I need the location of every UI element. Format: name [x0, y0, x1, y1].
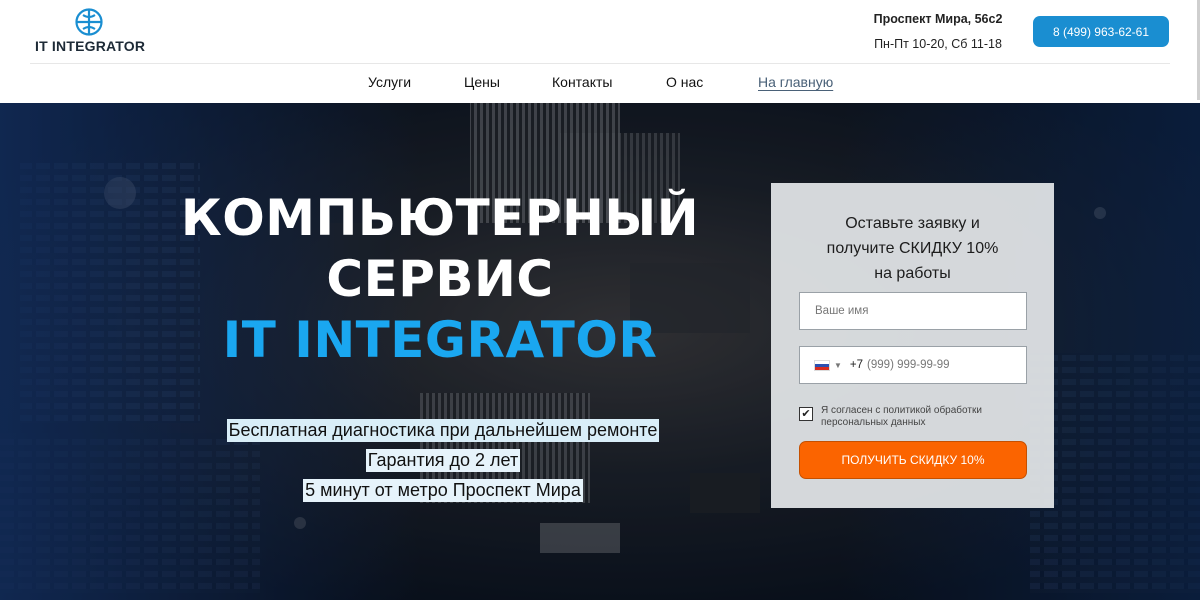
header-divider: [30, 63, 1170, 64]
phone-button[interactable]: 8 (499) 963-62-61: [1033, 16, 1169, 47]
form-title-line-1: Оставьте заявку и: [845, 215, 980, 232]
get-discount-button[interactable]: ПОЛУЧИТЬ СКИДКУ 10%: [799, 441, 1027, 479]
name-input[interactable]: Ваше имя: [799, 292, 1027, 330]
globe-logo-icon: [75, 8, 103, 36]
agree-checkbox[interactable]: ✔: [799, 407, 813, 421]
main-nav: Услуги Цены Контакты О нас На главную: [0, 74, 1200, 94]
check-icon: ✔: [801, 408, 811, 420]
nav-item-prices[interactable]: Цены: [464, 74, 500, 90]
form-title-line-2: получите СКИДКУ 10%: [826, 240, 999, 257]
feature-item: Гарантия до 2 лет: [0, 449, 886, 472]
hero-section: КОМПЬЮТЕРНЫЙ СЕРВИС IT INTEGRATOR Беспла…: [0, 103, 1200, 600]
working-hours: Пн-Пт 10-20, Сб 11-18: [874, 37, 1002, 51]
name-placeholder: Ваше имя: [815, 305, 869, 317]
hero-title-line-1: КОМПЬЮТЕРНЫЙ: [180, 189, 700, 247]
discount-form: Оставьте заявку и получите СКИДКУ 10% на…: [771, 183, 1054, 508]
nav-item-contacts[interactable]: Контакты: [552, 74, 612, 90]
russia-flag-icon[interactable]: [814, 359, 830, 371]
nav-item-about[interactable]: О нас: [666, 74, 703, 90]
site-header: IT INTEGRATOR Проспект Мира, 56с2 Пн-Пт …: [0, 0, 1200, 103]
logo-text: IT INTEGRATOR: [35, 38, 146, 54]
address: Проспект Мира, 56с2: [873, 12, 1003, 26]
hero-title: КОМПЬЮТЕРНЫЙ СЕРВИС IT INTEGRATOR: [160, 188, 720, 371]
phone-country-code: +7: [849, 359, 864, 371]
agree-text: Я согласен с политикой обработки персона…: [821, 405, 982, 428]
feature-text-warranty: Гарантия до 2 лет: [365, 449, 521, 472]
hero-title-line-3: IT INTEGRATOR: [222, 311, 658, 369]
feature-text-metro: 5 минут от метро Проспект Мира: [303, 479, 583, 502]
phone-input[interactable]: ▼ +7 (999) 999-99-99: [799, 346, 1027, 384]
feature-item: 5 минут от метро Проспект Мира: [0, 479, 886, 502]
phone-placeholder: (999) 999-99-99: [867, 359, 950, 371]
form-title-line-3: на работы: [874, 265, 951, 282]
chevron-down-icon[interactable]: ▼: [834, 361, 842, 370]
nav-item-services[interactable]: Услуги: [368, 74, 411, 90]
feature-item: Бесплатная диагностика при дальнейшем ре…: [0, 419, 886, 442]
nav-item-home[interactable]: На главную: [758, 74, 833, 90]
form-title: Оставьте заявку и получите СКИДКУ 10% на…: [771, 211, 1054, 286]
hero-title-line-2: СЕРВИС: [326, 250, 554, 308]
logo[interactable]: IT INTEGRATOR: [35, 8, 145, 54]
feature-text-diagnostics: Бесплатная диагностика при дальнейшем ре…: [226, 419, 660, 442]
